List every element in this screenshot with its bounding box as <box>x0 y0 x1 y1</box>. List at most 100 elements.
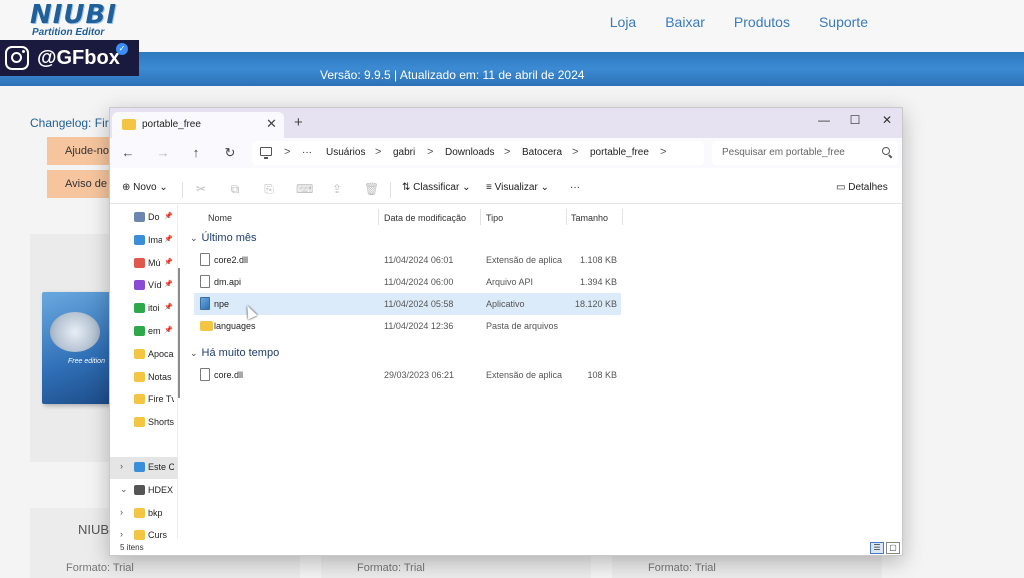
sidebar-item[interactable]: Víd 📌 <box>110 275 178 297</box>
sidebar-item[interactable]: › Este C <box>110 457 178 479</box>
maximize-button[interactable]: ☐ <box>845 113 865 127</box>
sidebar-item[interactable]: Ima 📌 <box>110 230 178 252</box>
details-button[interactable]: ▭ Detalhes <box>836 182 888 193</box>
sidebar-item[interactable]: Notas <box>110 367 178 389</box>
notice-button[interactable]: Aviso de <box>47 170 115 198</box>
sort-button[interactable]: ⇅ Classificar ⌄ <box>402 182 470 193</box>
file-row[interactable]: dm.api 11/04/2024 06:00 Arquivo API 1.394 K… <box>194 271 621 293</box>
breadcrumb-more[interactable]: ··· <box>302 147 312 158</box>
tab-portable-free[interactable]: portable_free ✕ <box>112 112 284 138</box>
sidebar-scrollbar[interactable] <box>178 268 180 398</box>
breadcrumb-separator: > <box>572 146 579 158</box>
nav-produtos[interactable]: Produtos <box>734 14 790 30</box>
chevron-icon[interactable]: › <box>120 529 123 539</box>
sidebar-item[interactable]: em 📌 <box>110 321 178 343</box>
item-count: 5 itens <box>120 543 144 552</box>
chevron-icon[interactable]: ⌄ <box>120 484 128 495</box>
card-title: NIUBI <box>78 522 113 537</box>
refresh-button[interactable]: ↻ <box>222 145 238 161</box>
tiles-view-button[interactable]: ▢ <box>886 542 900 554</box>
group-header[interactable]: ⌄ Há muito tempo <box>190 347 279 359</box>
file-explorer-window: portable_free ✕ + — ☐ ✕ ← → ↑ ↻ > ··· Us… <box>109 107 903 556</box>
column-divider[interactable] <box>378 209 379 225</box>
site-logo[interactable]: NIUBI Partition Editor <box>30 2 117 38</box>
column-type[interactable]: Tipo <box>486 213 503 223</box>
chevron-icon[interactable]: › <box>120 507 123 517</box>
breadcrumb-usuarios[interactable]: Usuários <box>326 147 365 158</box>
sidebar-item[interactable]: itoi 📌 <box>110 298 178 320</box>
file-row[interactable]: npe 11/04/2024 05:58 Aplicativo 18.120 KB <box>194 293 621 315</box>
file-row[interactable]: core2.dll 11/04/2024 06:01 Extensão de apl… <box>194 249 621 271</box>
disk-graphic <box>50 312 100 352</box>
new-tab-button[interactable]: + <box>294 115 303 130</box>
copy-icon[interactable]: ⧉ <box>228 182 242 196</box>
sidebar-item[interactable]: Mú 📌 <box>110 253 178 275</box>
column-divider[interactable] <box>566 209 567 225</box>
rename-icon[interactable]: ⌨ <box>296 182 313 196</box>
breadcrumb-portable-free[interactable]: portable_free <box>590 147 649 158</box>
help-button[interactable]: Ajude-no <box>47 137 115 165</box>
file-date: 11/04/2024 12:36 <box>384 321 454 331</box>
sidebar-item-label: Víd <box>148 280 162 291</box>
up-button[interactable]: ↑ <box>188 145 204 160</box>
version-banner: Versão: 9.9.5 | Atualizado em: 11 de abr… <box>0 52 1024 86</box>
file-icon <box>200 253 210 266</box>
view-button[interactable]: ≡ Visualizar ⌄ <box>486 182 549 193</box>
search-placeholder: Pesquisar em portable_free <box>722 147 845 158</box>
chevron-down-icon: ⌄ <box>540 182 549 193</box>
file-size: 18.120 KB <box>574 299 617 309</box>
card-format: Formato: Trial <box>66 562 134 574</box>
view-icon: ≡ <box>486 182 492 193</box>
column-size[interactable]: Tamanho <box>571 213 608 223</box>
cut-icon[interactable]: ✂ <box>194 182 208 196</box>
sidebar-item[interactable]: › bkp <box>110 503 178 525</box>
sidebar-item-label: itoi <box>148 303 160 314</box>
paste-icon[interactable]: ⎘ <box>262 182 276 196</box>
pin-icon: 📌 <box>164 235 173 243</box>
search-box[interactable]: Pesquisar em portable_free <box>712 141 898 165</box>
column-name[interactable]: Nome <box>208 213 232 223</box>
file-type: Extensão de aplica... <box>486 255 562 265</box>
file-name: dm.api <box>214 277 242 287</box>
sidebar-item[interactable]: Do 📌 <box>110 207 178 229</box>
chevron-icon[interactable]: › <box>120 461 123 471</box>
folder-icon <box>134 257 145 268</box>
column-divider[interactable] <box>622 209 623 225</box>
nav-baixar[interactable]: Baixar <box>665 14 705 30</box>
close-window-button[interactable]: ✕ <box>877 113 897 127</box>
breadcrumb-batocera[interactable]: Batocera <box>522 147 562 158</box>
sidebar-item[interactable]: Apoca <box>110 344 178 366</box>
version-text: Versão: 9.9.5 | Atualizado em: 11 de abr… <box>320 68 585 82</box>
forward-button[interactable]: → <box>155 145 171 160</box>
folder-icon <box>134 234 145 245</box>
file-row[interactable]: languages 11/04/2024 12:36 Pasta de arquiv… <box>194 315 621 337</box>
sidebar-item[interactable]: Shorts <box>110 412 178 434</box>
file-date: 11/04/2024 05:58 <box>384 299 454 309</box>
file-row[interactable]: core.dll 29/03/2023 06:21 Extensão de apli… <box>194 364 621 386</box>
minimize-button[interactable]: — <box>814 113 834 127</box>
share-icon[interactable]: ⇪ <box>330 182 344 196</box>
nav-suporte[interactable]: Suporte <box>819 14 868 30</box>
changelog-text[interactable]: Fir <box>95 116 109 130</box>
folder-icon <box>134 371 145 382</box>
group-header[interactable]: ⌄ Último mês <box>190 232 257 244</box>
address-bar[interactable]: > ··· Usuários > gabri > Downloads > Bat… <box>252 141 704 165</box>
tab-close-icon[interactable]: ✕ <box>266 116 277 132</box>
sidebar-item-label: HDEX <box>148 484 174 495</box>
new-button[interactable]: ⊕ Novo ⌄ <box>122 182 168 193</box>
sidebar-item[interactable]: ⌄ HDEX <box>110 480 178 502</box>
column-divider[interactable] <box>480 209 481 225</box>
pin-icon: 📌 <box>164 304 173 312</box>
back-button[interactable]: ← <box>120 145 136 160</box>
details-view-button[interactable]: ☰ <box>870 542 884 554</box>
chevron-down-icon: ⌄ <box>159 182 168 193</box>
nav-loja[interactable]: Loja <box>610 14 636 30</box>
product-box-label: Free edition <box>68 358 105 365</box>
sidebar-item[interactable]: Fire Tv <box>110 389 178 411</box>
delete-icon[interactable]: 🗑 <box>364 182 379 196</box>
breadcrumb-downloads[interactable]: Downloads <box>445 147 494 158</box>
breadcrumb-gabri[interactable]: gabri <box>393 147 415 158</box>
column-date[interactable]: Data de modificação <box>384 213 466 223</box>
folder-icon <box>134 212 145 222</box>
more-options-button[interactable]: ··· <box>570 182 580 193</box>
